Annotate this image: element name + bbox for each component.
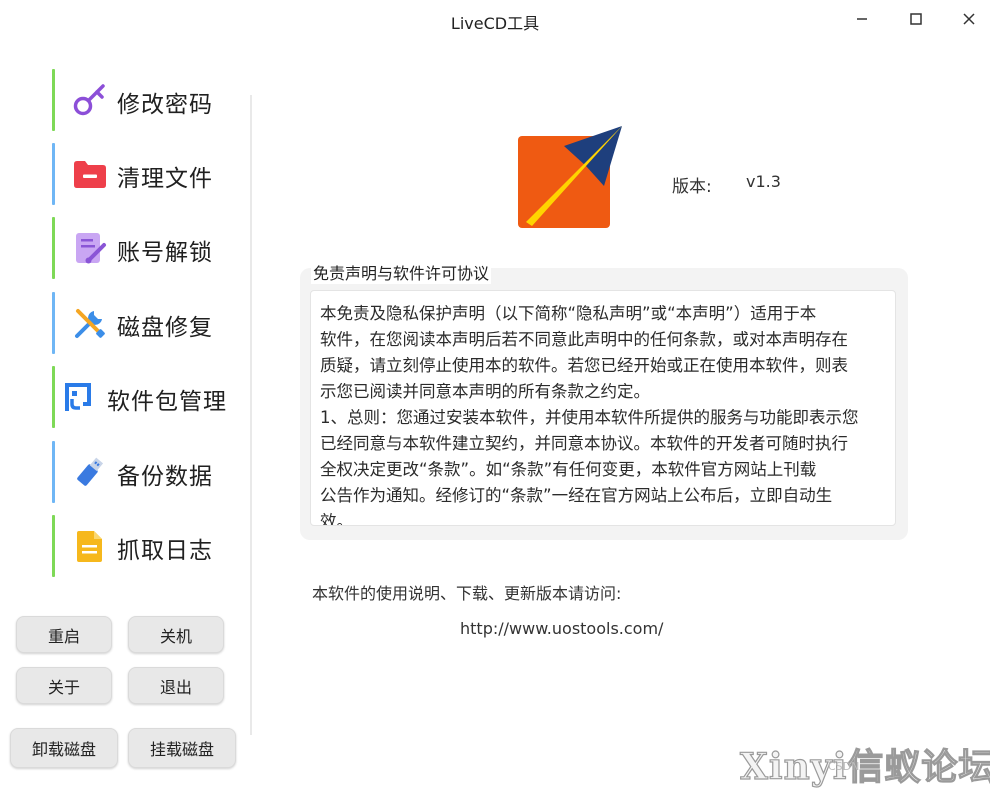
info-text: 本软件的使用说明、下载、更新版本请访问: <box>312 584 622 603</box>
repair-tools-icon <box>72 305 108 341</box>
reboot-button[interactable]: 重启 <box>16 616 112 653</box>
license-title: 免责声明与软件许可协议 <box>311 260 492 284</box>
nav-accent-bar <box>52 143 55 205</box>
nav-accent-bar <box>52 69 55 131</box>
sidebar-item-backup-data[interactable]: 备份数据 <box>52 441 242 503</box>
unmount-disk-button[interactable]: 卸载磁盘 <box>10 728 118 768</box>
version-label: 版本: <box>672 177 712 197</box>
about-button[interactable]: 关于 <box>16 667 112 704</box>
nav-accent-bar <box>52 441 55 503</box>
shutdown-button[interactable]: 关机 <box>128 616 224 653</box>
paper-plane-logo-icon <box>516 124 624 228</box>
minimize-button[interactable] <box>848 6 876 32</box>
sidebar-item-label: 修改密码 <box>117 92 213 118</box>
usb-drive-icon <box>72 454 108 490</box>
sidebar-item-capture-logs[interactable]: 抓取日志 <box>52 515 242 577</box>
maximize-button[interactable] <box>902 6 930 32</box>
close-button[interactable] <box>955 6 983 32</box>
window-title: LiveCD工具 <box>450 14 540 33</box>
sidebar-item-label: 账号解锁 <box>117 240 213 266</box>
watermark-logo: Xinyi信蚁论坛 <box>739 745 990 788</box>
sidebar-item-label: 备份数据 <box>117 464 213 490</box>
sidebar-item-label: 磁盘修复 <box>117 315 213 341</box>
sidebar-item-unlock-account[interactable]: 账号解锁 <box>52 217 242 279</box>
folder-minus-icon <box>72 156 108 192</box>
nav-accent-bar <box>52 217 55 279</box>
sidebar-item-label: 抓取日志 <box>117 538 213 564</box>
license-text: 本免责及隐私保护声明（以下简称“隐私声明”或“本声明”）适用于本 软件，在您阅读… <box>320 304 859 526</box>
nav-accent-bar <box>52 366 55 428</box>
nav-accent-bar <box>52 292 55 354</box>
website-link[interactable]: http://www.uostools.com/ <box>460 619 663 638</box>
sidebar-item-disk-repair[interactable]: 磁盘修复 <box>52 292 242 354</box>
close-icon <box>962 12 976 26</box>
sidebar-item-package-manager[interactable]: 软件包管理 <box>52 366 242 428</box>
version-value: v1.3 <box>746 172 781 191</box>
exit-button[interactable]: 退出 <box>128 667 224 704</box>
sidebar-item-label: 软件包管理 <box>107 389 227 415</box>
watermark-small: CSDN <box>828 760 860 773</box>
maximize-icon <box>909 12 923 26</box>
key-icon <box>72 82 108 118</box>
mount-disk-button[interactable]: 挂载磁盘 <box>128 728 236 768</box>
minimize-icon <box>855 12 869 26</box>
title-bar: LiveCD工具 <box>0 0 990 40</box>
license-textarea[interactable]: 本免责及隐私保护声明（以下简称“隐私声明”或“本声明”）适用于本 软件，在您阅读… <box>310 290 896 526</box>
unlock-document-icon <box>72 230 108 266</box>
sidebar-divider <box>250 95 252 735</box>
package-manager-icon <box>60 379 96 415</box>
sidebar-item-label: 清理文件 <box>117 166 213 192</box>
sidebar-item-change-password[interactable]: 修改密码 <box>52 69 242 131</box>
nav-accent-bar <box>52 515 55 577</box>
log-document-icon <box>72 528 108 564</box>
sidebar-item-clean-files[interactable]: 清理文件 <box>52 143 242 205</box>
